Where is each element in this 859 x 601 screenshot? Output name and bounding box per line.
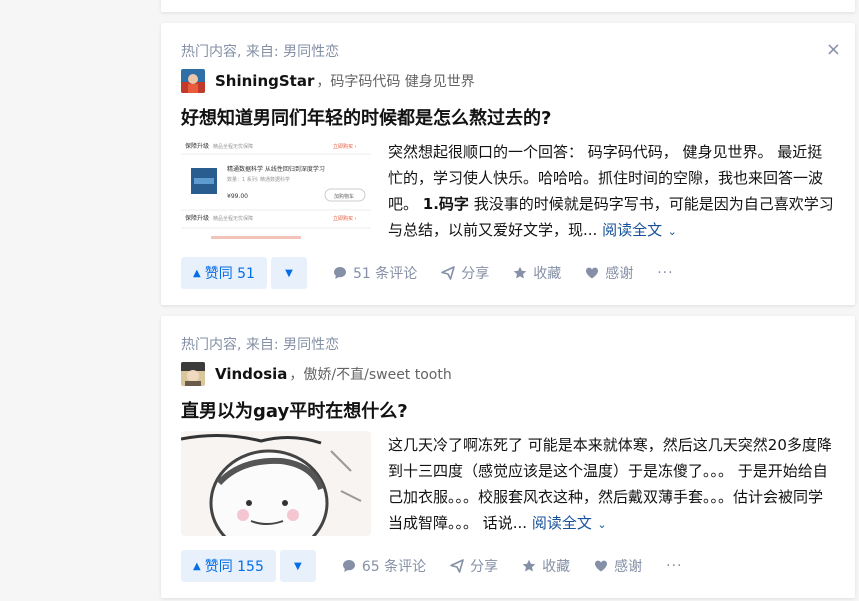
share-label: 分享 [461,266,490,282]
thumbnail-image: 保障升级 精品全程无忧保障 立即购买 › 精通数据科学 从线性回归到深度学习 数… [181,138,371,243]
vote-count: 赞同 51 [204,266,255,282]
chevron-down-icon: ⌄ [593,518,607,531]
card-source: 热门内容, 来自: 男同性恋 [181,44,340,60]
answer-excerpt[interactable]: 这几天冷了啊冻死了 可能是本来就体寒，然后这几天突然20多度降到十三四度（感觉应… [388,432,835,538]
excerpt-text: 这几天冷了啊冻死了 可能是本来就体寒，然后这几天突然20多度降到十三四度（感觉应… [388,436,832,532]
thanks-button[interactable]: 感谢 [594,556,642,576]
thumb-link-3: 立即购买 › [333,215,357,222]
thumbnail-image [181,431,371,536]
answer-excerpt[interactable]: 突然想起很顺口的一个回答： 码字码代码， 健身见世界。 最近挺忙的，学习使人快乐… [388,139,835,245]
thumb-book-price: ¥99.00 [227,193,248,200]
vote-down-icon: ▼ [294,560,302,572]
thumb-book-button: 加购物车 [334,193,354,200]
share-button[interactable]: 分享 [450,556,498,576]
feed-card: 热门内容, 来自: 男同性恋 × ShiningStar ，码字码代码 健身见世… [161,23,855,305]
more-icon[interactable]: ··· [657,265,673,281]
share-icon [450,559,464,573]
comment-button[interactable]: 65 条评论 [342,556,426,576]
heart-icon [585,266,599,280]
question-title[interactable]: 直男以为gay平时在想什么? [181,397,408,423]
thumb-tag-3: 保障升级 [185,214,209,222]
chevron-down-icon: ⌄ [664,225,677,238]
thumb-book-title: 精通数据科学 从线性回归到深度学习 [227,165,325,173]
avatar[interactable] [181,362,205,386]
share-icon [441,266,456,280]
vote-down-button[interactable]: ▼ [279,550,316,582]
avatar[interactable] [181,69,205,93]
heart-icon [594,559,608,573]
thumb-book-meta: 数量：1 系列: 精通数据科学 [227,176,290,183]
comment-count: 51 条评论 [352,266,418,282]
feed-card: 热门内容, 来自: 男同性恋 Vindosia ，傲娇/不直/sweet too… [161,316,855,598]
vote-up-button[interactable]: ▲ 赞同 51 [181,257,267,289]
comment-icon [342,559,356,573]
action-bar: ▲ 赞同 51 ▼ 51 条评论 分享 收藏 感谢 ··· [181,257,674,289]
star-icon [522,559,536,573]
answer-thumbnail[interactable]: 保障升级 精品全程无忧保障 立即购买 › 精通数据科学 从线性回归到深度学习 数… [181,138,371,243]
vote-up-button[interactable]: ▲ 赞同 155 [181,550,276,582]
star-icon [513,266,527,280]
read-more-label: 阅读全文 [531,514,592,532]
comment-count: 65 条评论 [361,559,427,575]
vote-down-icon: ▼ [285,267,293,279]
comment-icon [333,266,347,280]
vote-up-icon: ▲ [193,560,201,572]
thumb-tag-1: 保障升级 [185,142,209,150]
favorite-button[interactable]: 收藏 [522,556,570,576]
author-info: ShiningStar ，码字码代码 健身见世界 [181,69,475,93]
vote-down-button[interactable]: ▼ [270,257,307,289]
author-info: Vindosia ，傲娇/不直/sweet tooth [181,362,452,386]
author-bio: ，码字码代码 健身见世界 [316,74,475,90]
thumb-link-1: 立即购买 › [333,143,357,150]
answer-thumbnail[interactable] [181,431,371,536]
card-source: 热门内容, 来自: 男同性恋 [181,337,340,353]
share-button[interactable]: 分享 [441,263,489,283]
action-bar: ▲ 赞同 155 ▼ 65 条评论 分享 收藏 感谢 ··· [181,550,683,582]
favorite-button[interactable]: 收藏 [513,263,561,283]
feed-card-previous [161,0,855,12]
comment-button[interactable]: 51 条评论 [333,263,417,283]
read-more-label: 阅读全文 [602,221,663,239]
read-more-link[interactable]: 阅读全文 ⌄ [602,221,677,239]
read-more-link[interactable]: 阅读全文 ⌄ [532,514,607,532]
author-bio: ，傲娇/不直/sweet tooth [289,367,452,383]
thanks-button[interactable]: 感谢 [585,263,633,283]
vote-up-icon: ▲ [193,267,201,279]
excerpt-bold: 1.码字 [422,195,469,213]
thumb-text-1: 精品全程无忧保障 [213,143,253,150]
author-name[interactable]: Vindosia [215,365,287,383]
more-icon[interactable]: ··· [666,558,682,574]
thanks-label: 感谢 [605,266,634,282]
favorite-label: 收藏 [542,559,571,575]
thumb-text-3: 精品全程无忧保障 [213,215,253,222]
favorite-label: 收藏 [533,266,562,282]
vote-count: 赞同 155 [204,559,264,575]
question-title[interactable]: 好想知道男同们年轻的时候都是怎么熬过去的? [181,104,551,130]
thanks-label: 感谢 [614,559,643,575]
close-icon[interactable]: × [826,39,841,60]
author-name[interactable]: ShiningStar [215,72,314,90]
share-label: 分享 [470,559,499,575]
